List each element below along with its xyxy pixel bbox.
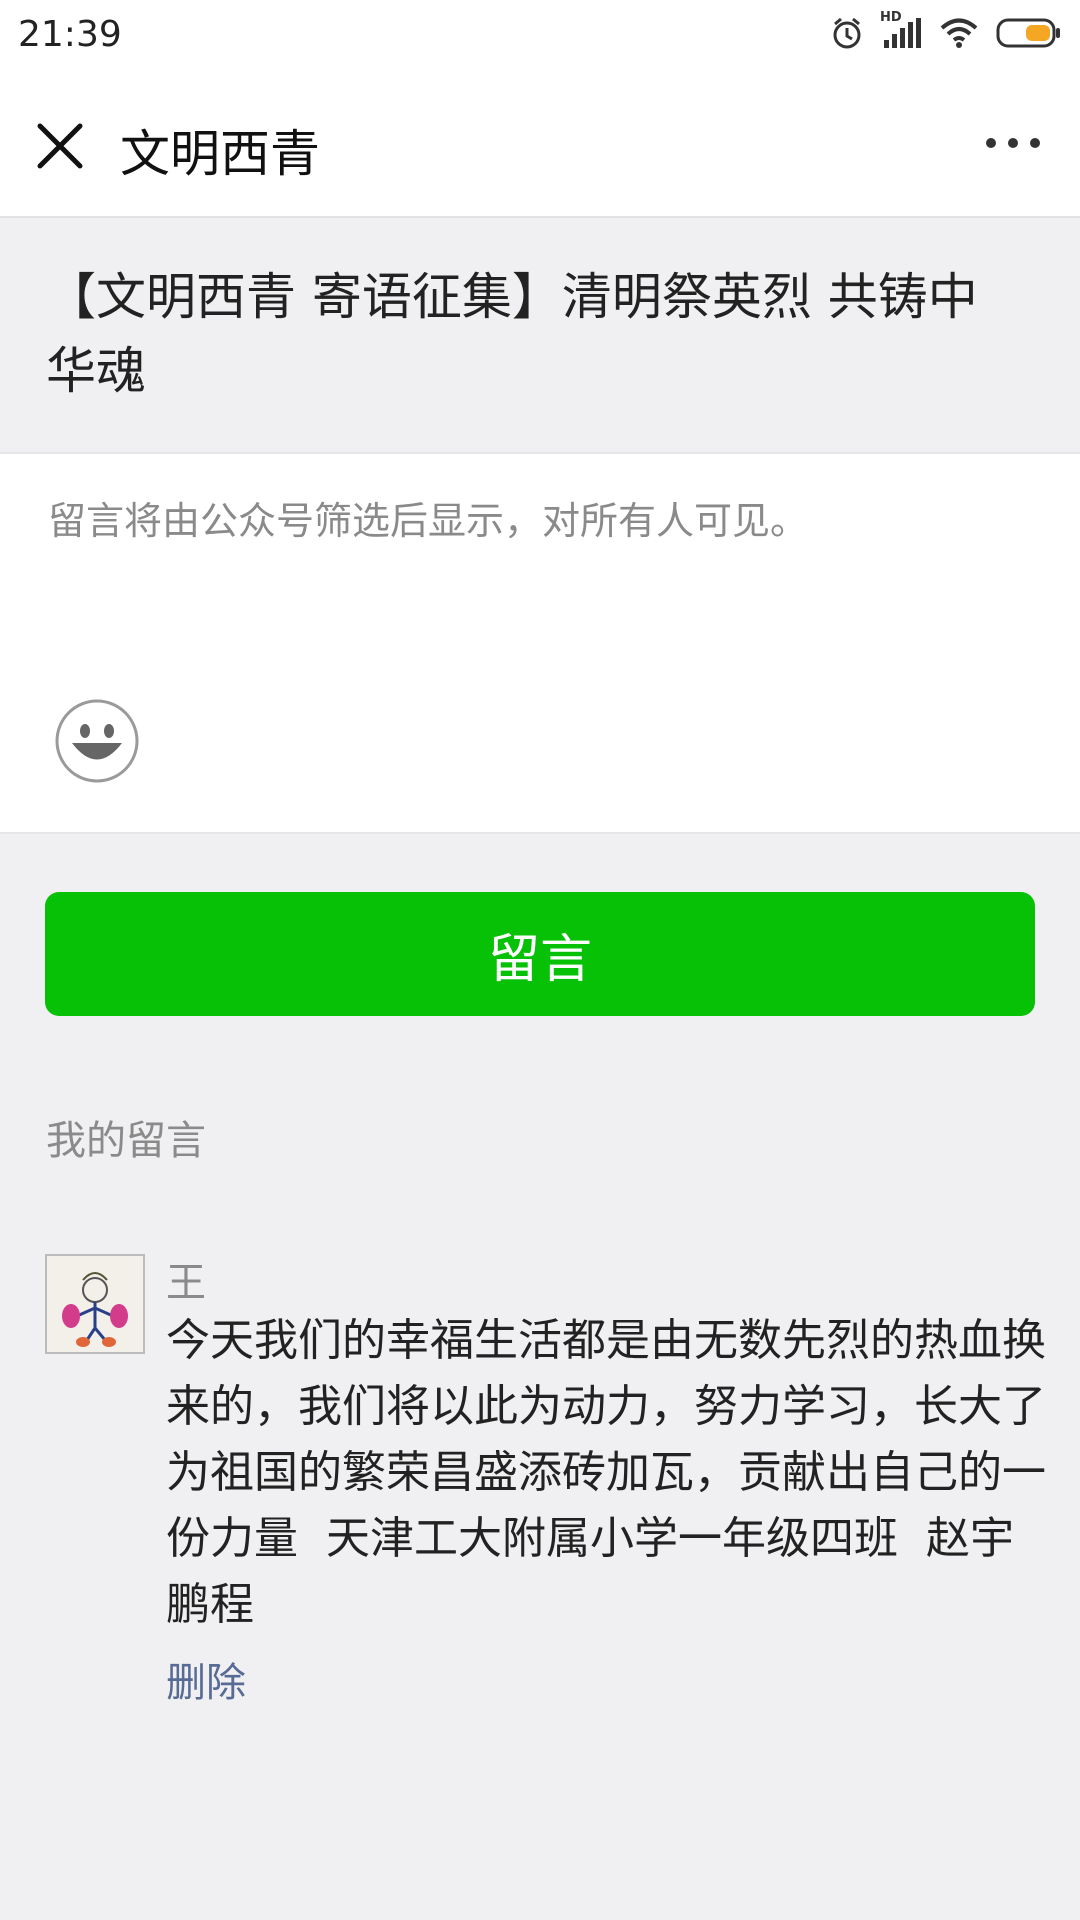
article-banner: 【文明西青 寄语征集】清明祭英烈 共铸中华魂: [0, 218, 1080, 452]
comment-placeholder: 留言将由公众号筛选后显示，对所有人可见。: [48, 499, 809, 543]
submit-comment-button[interactable]: 留言: [45, 892, 1035, 1016]
status-icons: HD: [830, 10, 1062, 50]
avatar: [45, 1254, 145, 1354]
wifi-icon: [940, 17, 978, 49]
signal-icon: HD: [880, 10, 922, 50]
comment-author: 王: [166, 1260, 206, 1306]
hd-label: HD: [880, 10, 902, 25]
delete-comment-link[interactable]: 删除: [166, 1650, 246, 1708]
my-comments-title: 我的留言: [46, 1118, 206, 1164]
nav-bar: 文明西青: [0, 76, 1080, 218]
status-time: 21:39: [18, 14, 122, 55]
close-icon[interactable]: [34, 120, 86, 172]
battery-icon: [996, 17, 1062, 49]
status-bar: 21:39 HD: [0, 0, 1080, 76]
alarm-icon: [830, 16, 864, 50]
article-title: 【文明西青 寄语征集】清明祭英烈 共铸中华魂: [46, 268, 978, 400]
comment-text: 今天我们的幸福生活都是由无数先烈的热血换来的，我们将以此为动力，努力学习，长大了…: [166, 1315, 1046, 1630]
comment-input[interactable]: 留言将由公众号筛选后显示，对所有人可见。: [0, 452, 1080, 834]
page-title: 文明西青: [120, 125, 320, 183]
emoji-icon[interactable]: [54, 698, 140, 784]
more-icon[interactable]: [986, 138, 1040, 148]
